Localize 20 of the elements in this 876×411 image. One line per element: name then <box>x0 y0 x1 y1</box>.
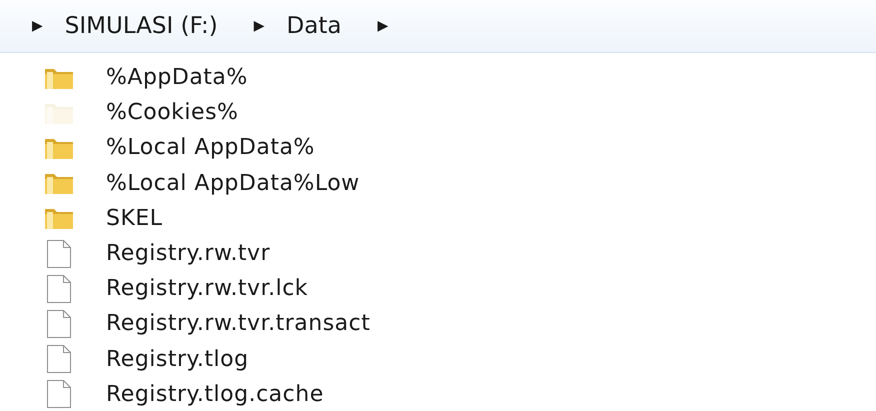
file-name[interactable]: Registry.tlog.cache <box>106 382 324 407</box>
file-name[interactable]: Registry.tlog <box>106 346 249 372</box>
breadcrumb-arrow[interactable]: ▶ <box>369 18 396 34</box>
breadcrumb-item[interactable]: SIMULASI (F:) <box>64 13 218 39</box>
breadcrumb-arrow[interactable]: ▶ <box>24 18 51 34</box>
document-icon <box>44 238 74 269</box>
document-icon <box>44 344 74 374</box>
document-icon <box>44 274 74 304</box>
file-name[interactable]: %Local AppData%Low <box>106 170 360 196</box>
file-name[interactable]: Registry.rw.tvr.lck <box>106 276 308 302</box>
file-name[interactable]: %Cookies% <box>106 100 238 126</box>
document-icon <box>44 308 74 339</box>
document-icon <box>44 379 74 410</box>
breadcrumb-arrow[interactable]: ▶ <box>246 18 273 34</box>
file-name[interactable]: %AppData% <box>106 65 248 90</box>
file-name[interactable]: SKEL <box>106 206 163 231</box>
file-name[interactable]: Registry.rw.tvr <box>106 241 270 266</box>
file-name[interactable]: %Local AppData% <box>106 135 315 160</box>
breadcrumb-item[interactable]: Data <box>286 13 342 39</box>
file-name[interactable]: Registry.rw.tvr.transact <box>106 311 370 336</box>
